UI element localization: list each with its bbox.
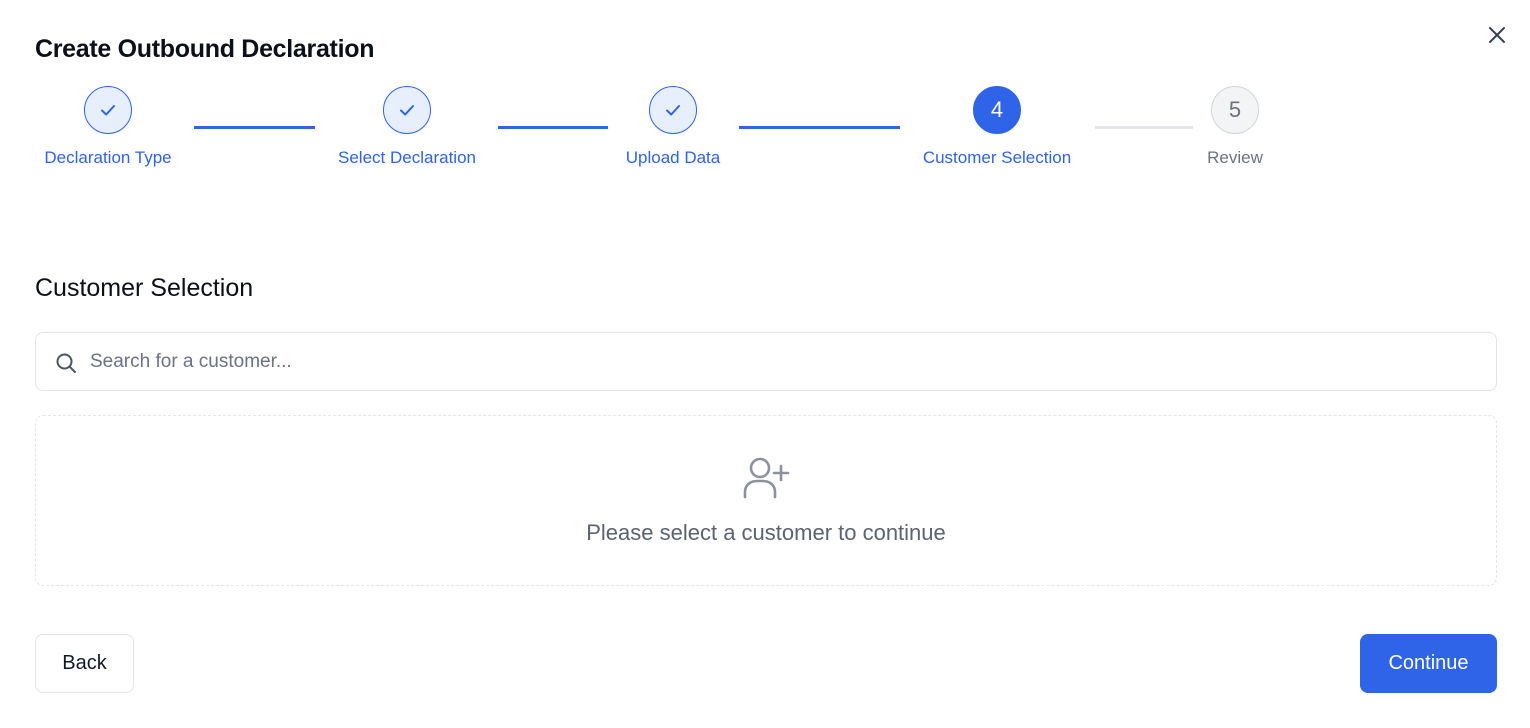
- dialog-title: Create Outbound Declaration: [35, 35, 375, 63]
- empty-state-message: Please select a customer to continue: [586, 520, 946, 545]
- step-label: Declaration Type: [44, 148, 172, 167]
- back-button[interactable]: Back: [35, 634, 134, 693]
- step-label: Upload Data: [625, 148, 721, 167]
- step-customer-selection[interactable]: 4 Customer Selection: [887, 86, 1107, 168]
- close-button[interactable]: [1482, 20, 1512, 50]
- step-label: Select Declaration: [338, 148, 476, 167]
- customer-empty-state: Please select a customer to continue: [35, 415, 1497, 586]
- step-select-declaration[interactable]: Select Declaration: [297, 86, 517, 168]
- step-4-circle: 4: [973, 86, 1021, 134]
- section-title: Customer Selection: [35, 274, 254, 302]
- step-declaration-type[interactable]: Declaration Type: [0, 86, 218, 168]
- step-connector: [739, 126, 900, 129]
- search-icon: [56, 353, 76, 373]
- step-label: Review: [1207, 148, 1263, 167]
- user-plus-icon: [743, 457, 790, 499]
- step-3-circle: [649, 86, 697, 134]
- customer-search: [35, 332, 1497, 391]
- check-icon: [400, 105, 414, 116]
- step-5-circle: 5: [1211, 86, 1259, 134]
- step-1-circle: [84, 86, 132, 134]
- check-icon: [666, 105, 680, 116]
- continue-button[interactable]: Continue: [1360, 634, 1497, 693]
- customer-search-input[interactable]: [90, 333, 1480, 390]
- step-label: Customer Selection: [922, 148, 1072, 167]
- step-review[interactable]: 5 Review: [1125, 86, 1345, 168]
- step-2-circle: [383, 86, 431, 134]
- create-declaration-dialog: Create Outbound Declaration Declaration …: [0, 0, 1530, 728]
- close-icon: [1489, 27, 1505, 43]
- check-icon: [101, 105, 115, 116]
